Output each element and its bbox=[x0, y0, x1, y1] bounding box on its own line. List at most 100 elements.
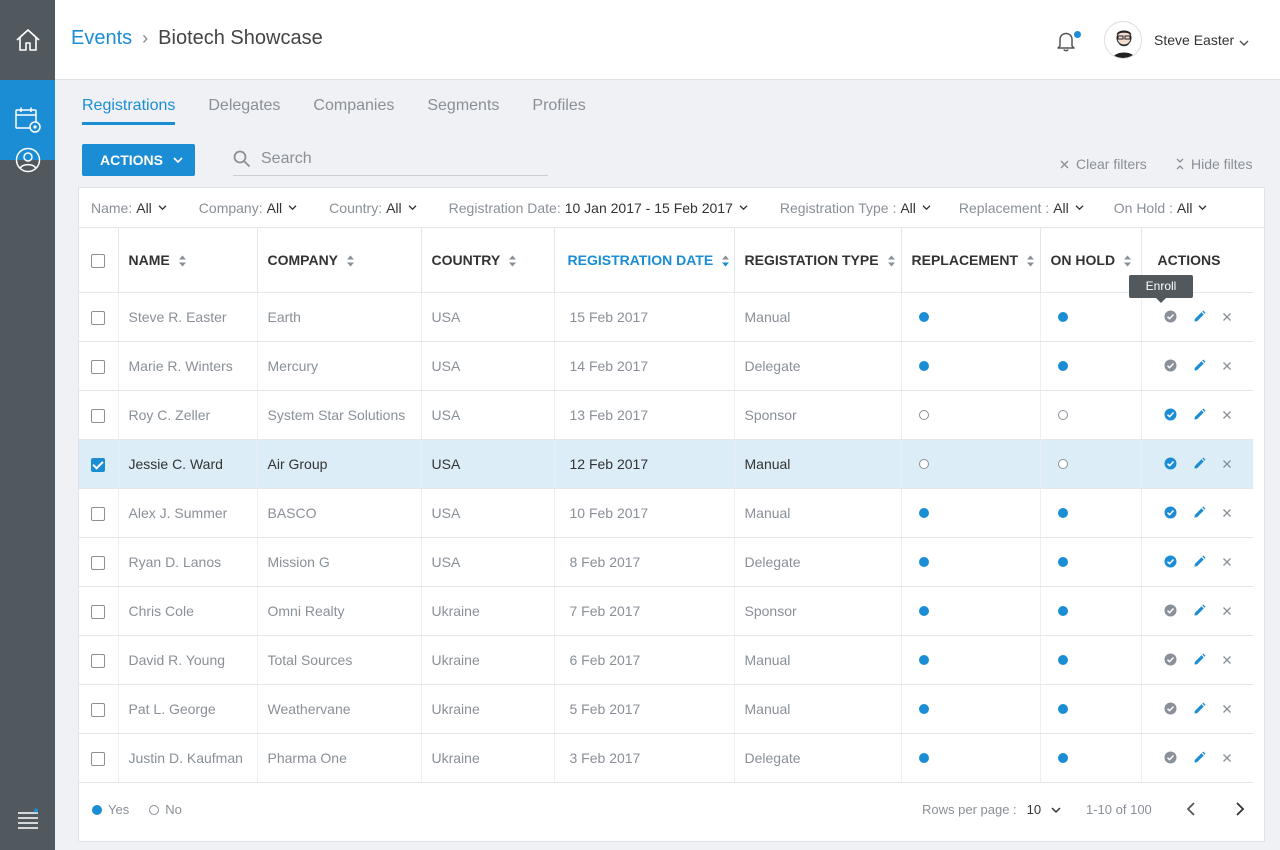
tab-profiles[interactable]: Profiles bbox=[532, 97, 585, 125]
column-header-name[interactable]: NAME bbox=[118, 228, 258, 293]
select-all-checkbox[interactable] bbox=[91, 253, 105, 268]
row-checkbox[interactable] bbox=[91, 506, 105, 521]
enroll-button[interactable] bbox=[1164, 702, 1177, 715]
row-checkbox[interactable] bbox=[91, 359, 105, 374]
enroll-button[interactable] bbox=[1164, 359, 1177, 372]
edit-button[interactable] bbox=[1193, 653, 1206, 666]
delete-button[interactable] bbox=[1222, 410, 1232, 420]
delete-button[interactable] bbox=[1222, 459, 1232, 469]
filter-registration-date[interactable]: Registration Date: 10 Jan 2017 - 15 Feb 2… bbox=[449, 200, 748, 216]
rows-per-page-select[interactable]: 10 bbox=[1027, 802, 1041, 817]
chevron-down-icon bbox=[1075, 205, 1084, 211]
enroll-button[interactable] bbox=[1164, 604, 1177, 617]
sidebar-item-home[interactable] bbox=[0, 0, 55, 80]
table-row[interactable]: Roy C. Zeller System Star Solutions USA 13 … bbox=[79, 390, 1253, 440]
row-checkbox[interactable] bbox=[91, 702, 105, 717]
replacement-cell bbox=[901, 341, 1041, 391]
edit-button[interactable] bbox=[1193, 457, 1206, 470]
legend-no-label: No bbox=[165, 802, 182, 817]
table-row[interactable]: Alex J. Summer BASCO USA 10 Feb 2017 Manual bbox=[79, 488, 1253, 538]
row-checkbox[interactable] bbox=[91, 555, 105, 570]
column-header-registration-type[interactable]: REGISTATION TYPE bbox=[734, 228, 902, 293]
delete-button[interactable] bbox=[1222, 361, 1232, 371]
tab-companies[interactable]: Companies bbox=[313, 97, 394, 125]
actions-button[interactable]: ACTIONS bbox=[82, 144, 195, 176]
notifications-button[interactable] bbox=[1056, 30, 1076, 57]
status-no-dot bbox=[918, 409, 929, 420]
enroll-button[interactable] bbox=[1164, 310, 1177, 323]
delete-button[interactable] bbox=[1222, 606, 1232, 616]
delete-button[interactable] bbox=[1222, 753, 1232, 763]
sort-icon bbox=[1124, 255, 1132, 267]
clear-filters-button[interactable]: Clear filters bbox=[1060, 156, 1147, 172]
delete-button[interactable] bbox=[1222, 508, 1232, 518]
row-checkbox[interactable] bbox=[91, 653, 105, 668]
actions-button-label: ACTIONS bbox=[100, 152, 163, 168]
filter-replacement[interactable]: Replacement : All bbox=[959, 200, 1084, 216]
edit-button[interactable] bbox=[1193, 604, 1206, 617]
row-select-cell bbox=[79, 488, 119, 538]
table-row[interactable]: David R. Young Total Sources Ukraine 6 Feb … bbox=[79, 635, 1253, 685]
filter-company[interactable]: Company: All bbox=[199, 200, 297, 216]
previous-page-button[interactable] bbox=[1184, 800, 1200, 823]
edit-button[interactable] bbox=[1193, 751, 1206, 764]
enroll-button[interactable] bbox=[1164, 555, 1177, 568]
enroll-button[interactable] bbox=[1164, 457, 1177, 470]
status-yes-dot bbox=[1057, 556, 1068, 567]
row-checkbox[interactable] bbox=[91, 310, 105, 325]
column-header-on-hold[interactable]: ON HOLD bbox=[1040, 228, 1142, 293]
tab-segments[interactable]: Segments bbox=[427, 97, 499, 125]
check-circle-icon bbox=[1164, 751, 1176, 764]
enroll-button[interactable] bbox=[1164, 653, 1177, 666]
chevron-down-icon bbox=[739, 205, 748, 211]
column-header-registration-date[interactable]: REGISTRATION DATE bbox=[554, 228, 735, 293]
user-menu-chevron[interactable] bbox=[1239, 34, 1249, 52]
filter-registration-type[interactable]: Registration Type : All bbox=[780, 200, 931, 216]
table-row[interactable]: Pat L. George Weathervane Ukraine 5 Feb 201… bbox=[79, 684, 1253, 734]
chevron-right-icon bbox=[1236, 802, 1245, 816]
column-header-company[interactable]: COMPANY bbox=[257, 228, 422, 293]
edit-button[interactable] bbox=[1193, 555, 1206, 568]
row-checkbox[interactable] bbox=[91, 604, 105, 619]
edit-button[interactable] bbox=[1193, 310, 1206, 323]
table-row[interactable]: Chris Cole Omni Realty Ukraine 7 Feb 2017 Sp… bbox=[79, 586, 1253, 636]
sidebar-item-profile[interactable] bbox=[0, 120, 55, 200]
edit-button[interactable] bbox=[1193, 506, 1206, 519]
status-yes-dot bbox=[918, 360, 929, 371]
delete-button[interactable] bbox=[1222, 557, 1232, 567]
actions-cell bbox=[1141, 537, 1253, 587]
delete-button[interactable] bbox=[1222, 704, 1232, 714]
delete-button[interactable] bbox=[1222, 312, 1232, 322]
table-row[interactable]: Marie R. Winters Mercury USA 14 Feb 2017 Del… bbox=[79, 341, 1253, 391]
filter-country[interactable]: Country: All bbox=[329, 200, 417, 216]
delete-button[interactable] bbox=[1222, 655, 1232, 665]
next-page-button[interactable] bbox=[1232, 800, 1248, 823]
user-name[interactable]: Steve Easter bbox=[1154, 32, 1234, 48]
row-checkbox[interactable] bbox=[91, 457, 105, 472]
enroll-button[interactable] bbox=[1164, 408, 1177, 421]
table-row[interactable]: Steve R. Easter Earth USA 15 Feb 2017 Manual bbox=[79, 292, 1253, 342]
chevron-down-icon[interactable] bbox=[1051, 806, 1061, 814]
tab-registrations[interactable]: Registrations bbox=[82, 97, 176, 125]
enroll-button[interactable] bbox=[1164, 751, 1177, 764]
enroll-button[interactable] bbox=[1164, 506, 1177, 519]
sidebar-menu-button[interactable] bbox=[0, 780, 55, 850]
row-checkbox[interactable] bbox=[91, 751, 105, 766]
row-checkbox[interactable] bbox=[91, 408, 105, 423]
edit-button[interactable] bbox=[1193, 408, 1206, 421]
check-circle-icon bbox=[1164, 408, 1176, 421]
edit-button[interactable] bbox=[1193, 359, 1206, 372]
table-row[interactable]: Jessie C. Ward Air Group USA 12 Feb 2017 Man… bbox=[79, 439, 1253, 489]
filter-name[interactable]: Name: All bbox=[91, 200, 167, 216]
column-header-country[interactable]: COUNTRY bbox=[421, 228, 555, 293]
edit-button[interactable] bbox=[1193, 702, 1206, 715]
avatar[interactable] bbox=[1104, 21, 1142, 59]
breadcrumb-events-link[interactable]: Events bbox=[71, 27, 132, 50]
hide-filters-button[interactable]: Hide filtes bbox=[1176, 156, 1252, 172]
column-header-replacement[interactable]: REPLACEMENT bbox=[901, 228, 1041, 293]
table-row[interactable]: Ryan D. Lanos Mission G USA 8 Feb 2017 Deleg… bbox=[79, 537, 1253, 587]
tab-delegates[interactable]: Delegates bbox=[208, 97, 280, 125]
table-row[interactable]: Justin D. Kaufman Pharma One Ukraine 3 Feb … bbox=[79, 733, 1253, 783]
search-input[interactable] bbox=[261, 150, 531, 168]
filter-on-hold[interactable]: On Hold : All bbox=[1114, 200, 1208, 216]
